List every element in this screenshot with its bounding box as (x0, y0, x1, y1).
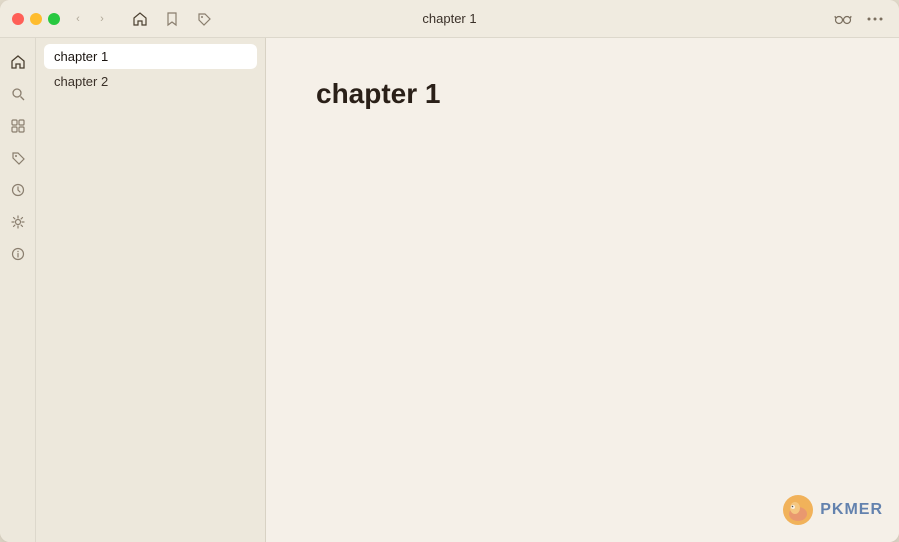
sidebar-icon-clock[interactable] (4, 176, 32, 204)
nav-controls: ‹ › (68, 9, 112, 29)
maximize-button[interactable] (48, 13, 60, 25)
traffic-lights (12, 13, 60, 25)
window-title: chapter 1 (422, 11, 476, 26)
home-icon[interactable] (128, 7, 152, 31)
glasses-icon[interactable] (831, 7, 855, 31)
pkmer-logo-icon (782, 494, 814, 526)
pkmer-label: PKMER (820, 501, 883, 519)
minimize-button[interactable] (30, 13, 42, 25)
main-content: chapter 1 chapter 2 chapter 1 PKMER (0, 38, 899, 542)
editor-area[interactable]: chapter 1 PKMER (266, 38, 899, 542)
sidebar-icon-info[interactable] (4, 240, 32, 268)
sidebar-icon-tag[interactable] (4, 144, 32, 172)
sidebar-icon-settings[interactable] (4, 208, 32, 236)
titlebar-icons (128, 7, 216, 31)
more-icon[interactable] (863, 7, 887, 31)
sidebar-icon-search[interactable] (4, 80, 32, 108)
app-window: ‹ › chapter 1 (0, 0, 899, 542)
sidebar-list: chapter 1 chapter 2 (36, 38, 266, 542)
titlebar-right (831, 7, 887, 31)
sidebar-item-chapter-1[interactable]: chapter 1 (44, 44, 257, 69)
sidebar-icon-home[interactable] (4, 48, 32, 76)
back-button[interactable]: ‹ (68, 9, 88, 29)
close-button[interactable] (12, 13, 24, 25)
pkmer-watermark: PKMER (782, 494, 883, 526)
sidebar-icons (0, 38, 36, 542)
editor-heading: chapter 1 (316, 78, 849, 110)
sidebar-item-chapter-2[interactable]: chapter 2 (44, 69, 257, 94)
bookmark-icon[interactable] (160, 7, 184, 31)
sidebar-icon-grid[interactable] (4, 112, 32, 140)
titlebar: ‹ › chapter 1 (0, 0, 899, 38)
label-icon[interactable] (192, 7, 216, 31)
forward-button[interactable]: › (92, 9, 112, 29)
